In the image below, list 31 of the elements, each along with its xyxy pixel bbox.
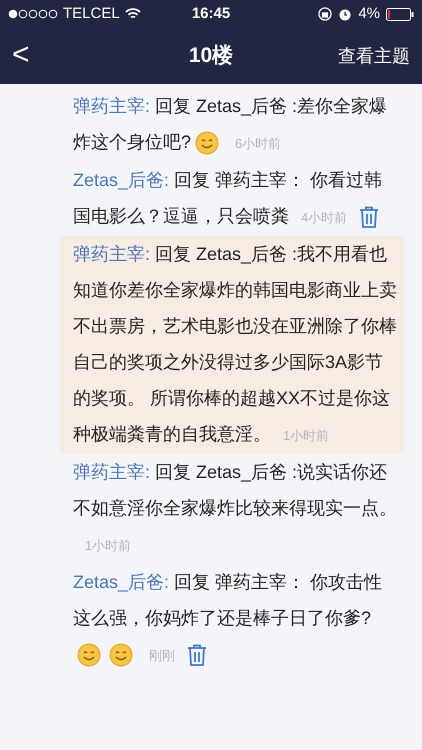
page-title: 10楼 xyxy=(188,43,234,70)
comment-text: 弹药主宰: 回复 Zetas_后爸 :我不用看也知道你差你全家爆炸的韩国电影商业上卖不出票房，艺术电影也没在亚洲除了你棒自己的奖项之外没得过多少国际3A影节的奖项。 所谓你棒的超越XX不过是你这种极端粪青的自我意淫。 1小时前 xyxy=(60,236,404,454)
author-link[interactable]: Zetas_后爸: xyxy=(73,170,170,190)
author-link[interactable]: 弹药主宰: xyxy=(73,244,150,264)
carrier-name: TELCEL xyxy=(63,4,120,24)
smiley-icon xyxy=(109,643,133,668)
battery-icon xyxy=(386,8,414,20)
battery-percent: 4% xyxy=(358,4,380,24)
clock-time: 16:45 xyxy=(192,4,230,24)
delete-button[interactable] xyxy=(187,644,207,666)
smiley-icon xyxy=(195,131,220,156)
comment-time: 4小时前 xyxy=(301,210,348,225)
comment-text: Zetas_后爸: 回复 弹药主宰： 你攻击性这么强，你妈炸了还是棒子日了你爹? 刚刚 xyxy=(60,564,404,674)
comment-time: 1小时前 xyxy=(85,538,132,553)
comment-text: 弹药主宰: 回复 Zetas_后爸 :差你全家爆炸这个身位吧? 6小时前 xyxy=(60,88,404,162)
wifi-icon xyxy=(124,8,141,20)
smiley-icon xyxy=(77,643,101,668)
view-topic-button[interactable]: 查看主题 xyxy=(338,42,410,70)
comment-time: 刚刚 xyxy=(149,648,175,663)
rotation-lock-icon xyxy=(318,7,332,21)
signal-icon xyxy=(8,9,58,19)
delete-button[interactable] xyxy=(359,206,380,228)
author-link[interactable]: Zetas_后爸: xyxy=(73,572,170,592)
comment-text: Zetas_后爸: 回复 弹药主宰： 你看过韩国电影么？逗逼，只会喷粪 4小时前 xyxy=(60,162,404,236)
author-link[interactable]: 弹药主宰: xyxy=(73,462,150,482)
alarm-icon xyxy=(338,7,352,21)
back-button[interactable]: < xyxy=(12,40,30,70)
comment-time: 1小时前 xyxy=(283,428,330,443)
author-link[interactable]: 弹药主宰: xyxy=(73,96,150,116)
comment-time: 6小时前 xyxy=(235,136,282,151)
comment-text: 弹药主宰: 回复 Zetas_后爸 :说实话你还不如意淫你全家爆炸比较来得现实一点。 1小时前 xyxy=(72,461,398,555)
